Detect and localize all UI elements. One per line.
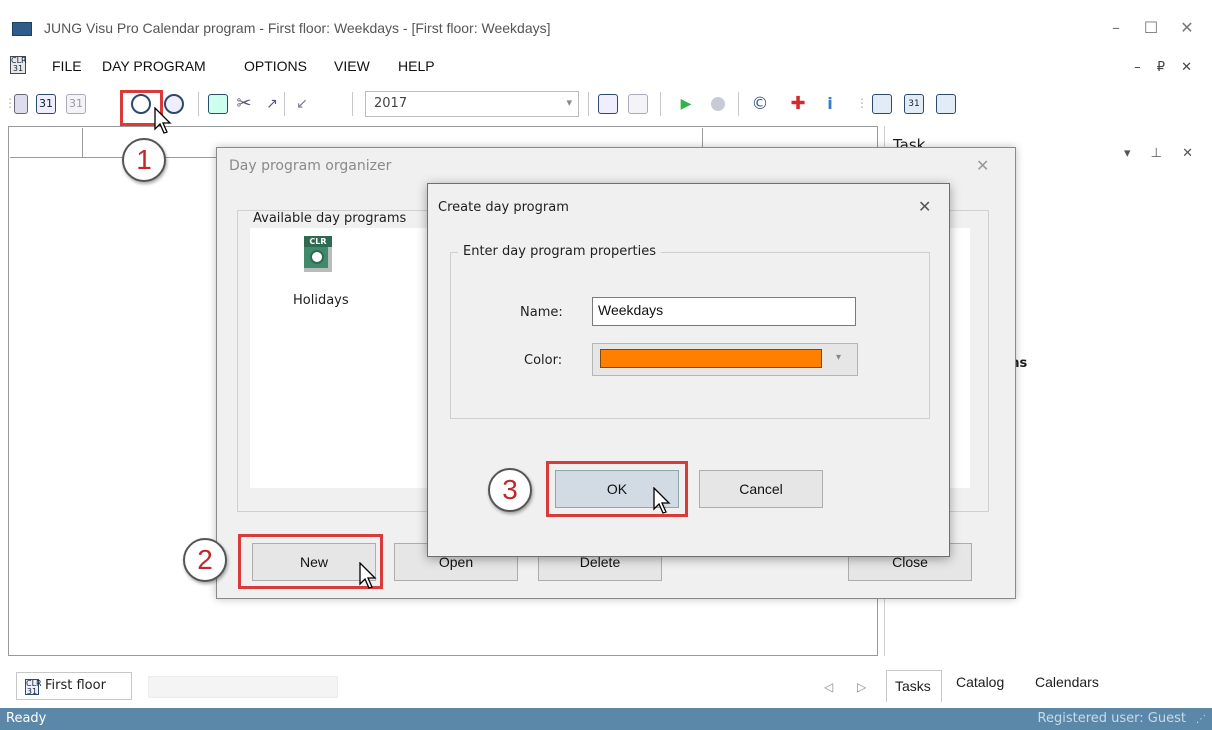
menu-file[interactable]: FILE (52, 58, 82, 74)
system-menu-icon[interactable]: CLR 31 (10, 56, 27, 74)
name-field[interactable]: Weekdays (592, 297, 856, 326)
close-window-button[interactable]: ✕ (1176, 18, 1198, 38)
assign-icon[interactable] (208, 94, 228, 114)
mouse-cursor-icon (653, 487, 671, 514)
grid-column-separator (82, 128, 83, 158)
organizer-title: Day program organizer (229, 158, 392, 174)
maximize-button[interactable]: ☐ (1140, 18, 1162, 38)
resize-grip-icon[interactable]: ⋰ (1196, 714, 1206, 725)
view-one-icon[interactable] (872, 94, 892, 114)
chevron-down-icon: ▾ (566, 96, 572, 109)
day-program-clock-icon[interactable]: CLR (304, 236, 332, 272)
mdi-window-controls[interactable]: – ₽ ✕ (1134, 60, 1198, 75)
toolbar-separator (660, 92, 661, 116)
status-text: Ready (6, 711, 47, 726)
status-bar (0, 708, 1212, 730)
step-callout-3: 3 (488, 468, 532, 512)
calendar-table-icon[interactable] (598, 94, 618, 114)
color-label: Color: (524, 353, 563, 368)
properties-group (450, 252, 930, 419)
tab-inactive[interactable] (148, 676, 338, 698)
view-two-icon[interactable]: 31 (904, 94, 924, 114)
play-icon[interactable]: ▶ (676, 94, 696, 114)
create-dialog-close-button[interactable]: ✕ (918, 197, 931, 216)
clock-icon (310, 250, 324, 264)
available-programs-label: Available day programs (250, 211, 410, 226)
plus-red-icon[interactable]: ✚ (788, 94, 808, 114)
view-three-icon[interactable] (936, 94, 956, 114)
app-icon (12, 22, 32, 36)
stop-icon[interactable] (708, 94, 728, 114)
window-title: JUNG Visu Pro Calendar program - First f… (44, 20, 551, 36)
holidays-item-label[interactable]: Holidays (293, 293, 349, 308)
move-icon[interactable]: ↗ (262, 94, 282, 114)
export-icon[interactable]: ↙ (292, 94, 312, 114)
mouse-cursor-icon (154, 107, 172, 134)
step-callout-2: 2 (183, 538, 227, 582)
mouse-cursor-icon (359, 562, 377, 589)
tab-calendars[interactable]: Calendars (1035, 674, 1099, 690)
menu-day-program[interactable]: DAY PROGRAM (102, 58, 206, 74)
step-callout-1: 1 (122, 138, 166, 182)
toolbar-separator (352, 92, 353, 116)
toolbar-separator (738, 92, 739, 116)
organizer-close-button[interactable]: ✕ (976, 156, 989, 175)
name-label: Name: (520, 305, 563, 320)
tab-first-floor-label: First floor (45, 678, 106, 693)
tab-catalog[interactable]: Catalog (956, 674, 1004, 690)
tab-first-floor[interactable]: CLR 31 First floor (16, 672, 132, 700)
new-calendar-icon[interactable] (14, 94, 28, 114)
cancel-button[interactable]: Cancel (699, 470, 823, 508)
copyright-icon[interactable]: © (750, 94, 770, 114)
calendar-faded-icon[interactable]: 31 (66, 94, 86, 114)
year-select[interactable]: 2017 ▾ (365, 91, 579, 117)
toolbar-grip-icon: ⋮ (856, 96, 868, 110)
toolbar-separator (284, 92, 285, 116)
tab-scroll-arrows[interactable]: ◁ ▷ (824, 680, 876, 694)
toolbar-separator (588, 92, 589, 116)
calendar-table-faded-icon[interactable] (628, 94, 648, 114)
color-swatch (600, 349, 822, 368)
status-user: Registered user: Guest (1037, 711, 1186, 726)
tab-tasks[interactable]: Tasks (886, 670, 942, 702)
clr-badge: CLR (304, 236, 332, 247)
calendar-31-icon[interactable]: 31 (36, 94, 56, 114)
chevron-down-icon: ▾ (836, 352, 842, 363)
menu-view[interactable]: VIEW (334, 58, 370, 74)
cut-icon[interactable]: ✂ (234, 94, 254, 114)
toolbar-separator (198, 92, 199, 116)
calendar-icon: CLR 31 (25, 679, 42, 696)
create-dialog-title: Create day program (438, 200, 569, 215)
minimize-button[interactable]: – (1105, 18, 1127, 38)
info-icon[interactable]: i (820, 94, 840, 114)
tab-tasks-label: Tasks (895, 678, 931, 694)
tasks-panel-controls[interactable]: ▾ ⊥ ✕ (1124, 146, 1201, 161)
menu-help[interactable]: HELP (398, 58, 435, 74)
properties-group-label: Enter day program properties (458, 244, 662, 259)
menu-options[interactable]: OPTIONS (244, 58, 307, 74)
year-value: 2017 (374, 96, 408, 111)
